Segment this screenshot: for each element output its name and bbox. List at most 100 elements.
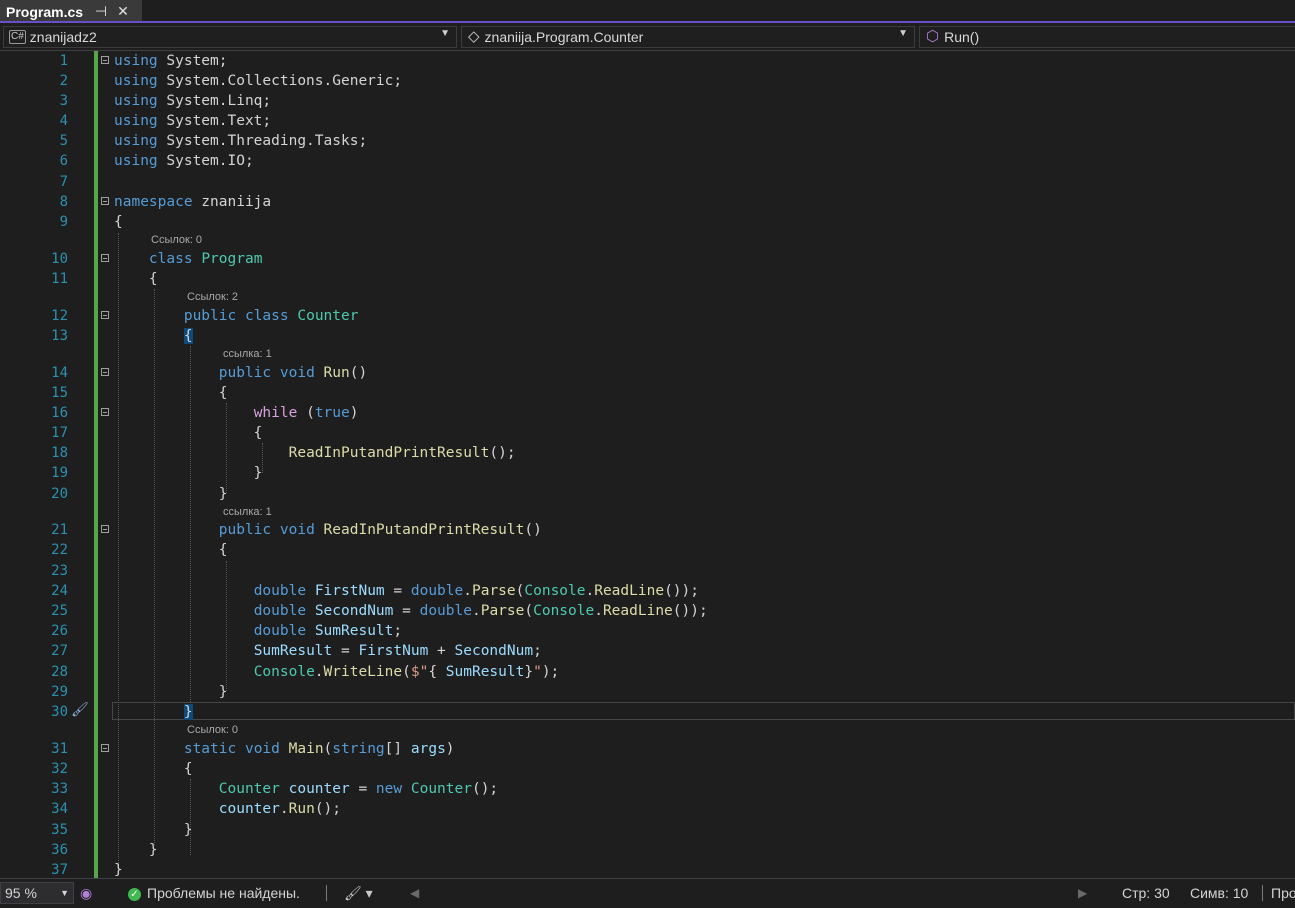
line-number: 11 <box>51 271 68 287</box>
line-number: 8 <box>59 194 68 210</box>
divider <box>1262 885 1263 901</box>
line-number: 37 <box>51 862 68 878</box>
line-number: 15 <box>51 385 68 401</box>
code-line: 4 using System.Text; <box>0 111 1295 131</box>
codelens-references[interactable]: Ссылок: 2 <box>187 291 238 303</box>
copilot-icon[interactable]: ◉ <box>80 883 92 903</box>
line-number: 21 <box>51 522 68 538</box>
column-indicator[interactable]: Симв: 10 <box>1190 883 1248 903</box>
codelens-references[interactable]: ссылка: 1 <box>223 348 272 360</box>
code-line: 2 using System.Collections.Generic; <box>0 71 1295 91</box>
chevron-down-icon: ▼ <box>440 28 450 39</box>
code-cleanup-icon[interactable]: 🖌 ▾ <box>344 883 373 903</box>
line-number: 32 <box>51 761 68 777</box>
problems-text: Проблемы не найдены. <box>147 885 300 901</box>
class-dropdown[interactable]: ◇ znaniija.Program.Counter ▼ <box>461 26 915 48</box>
code-line: 17 { <box>0 423 1295 443</box>
line-number: 7 <box>59 174 68 190</box>
collapse-icon[interactable] <box>101 408 109 416</box>
zoom-level: 95 % <box>5 885 37 901</box>
pin-icon[interactable]: ⊣ <box>90 3 112 20</box>
line-number: 4 <box>59 113 68 129</box>
line-number: 19 <box>51 465 68 481</box>
member-dropdown[interactable]: ⬡ Run() <box>919 26 1295 48</box>
code-line: 35 } <box>0 820 1295 840</box>
code-editor[interactable]: Ссылок: 0 Ссылок: 2 ссылка: 1 ссылка: 1 … <box>0 51 1295 878</box>
class-icon: ◇ <box>468 28 480 45</box>
scroll-right-icon[interactable]: ▶ <box>1078 883 1087 903</box>
code-line: 5 using System.Threading.Tasks; <box>0 131 1295 151</box>
collapse-icon[interactable] <box>101 254 109 262</box>
code-line: 16 while (true) <box>0 403 1295 423</box>
collapse-icon[interactable] <box>101 311 109 319</box>
code-line: 6 using System.IO; <box>0 151 1295 171</box>
code-line: 12 public class Counter <box>0 306 1295 326</box>
line-number: 25 <box>51 603 68 619</box>
line-number: 10 <box>51 251 68 267</box>
csharp-project-icon: C# <box>9 30 26 44</box>
collapse-icon[interactable] <box>101 56 109 64</box>
member-name: Run() <box>944 29 980 45</box>
code-line: 19 } <box>0 463 1295 483</box>
close-icon[interactable]: ✕ <box>112 3 134 20</box>
collapse-icon[interactable] <box>101 368 109 376</box>
code-line: 34 counter.Run(); <box>0 799 1295 819</box>
zoom-dropdown[interactable]: 95 % ▼ <box>0 882 74 904</box>
tab-title: Program.cs <box>6 3 84 20</box>
line-number: 23 <box>51 563 68 579</box>
line-number: 2 <box>59 73 68 89</box>
method-icon: ⬡ <box>926 28 940 45</box>
code-line: 7 <box>0 172 1295 192</box>
line-number: 5 <box>59 133 68 149</box>
line-number: 22 <box>51 542 68 558</box>
editor-status-bar: 95 % ▼ ◉ ✓ Проблемы не найдены. 🖌 ▾ ◀ ▶ С… <box>0 878 1295 908</box>
line-number: 12 <box>51 308 68 324</box>
line-number: 3 <box>59 93 68 109</box>
line-number: 27 <box>51 643 68 659</box>
code-line: 28 Console.WriteLine($"{ SumResult}"); <box>0 662 1295 682</box>
code-line: 9{ <box>0 212 1295 232</box>
collapse-icon[interactable] <box>101 197 109 205</box>
code-line: 31 static void Main(string[] args) <box>0 739 1295 759</box>
line-number: 16 <box>51 405 68 421</box>
line-number: 30 <box>51 704 68 720</box>
tab-strip: Program.cs ⊣ ✕ <box>0 0 1295 23</box>
code-line: 3 using System.Linq; <box>0 91 1295 111</box>
collapse-icon[interactable] <box>101 744 109 752</box>
code-line: 27 SumResult = FirstNum + SecondNum; <box>0 641 1295 661</box>
codelens-references[interactable]: ссылка: 1 <box>223 506 272 518</box>
code-line: 22 { <box>0 540 1295 560</box>
line-indicator[interactable]: Стр: 30 <box>1122 883 1170 903</box>
line-number: 1 <box>59 53 68 69</box>
line-number: 34 <box>51 801 68 817</box>
codelens-references[interactable]: Ссылок: 0 <box>187 724 238 736</box>
code-line: 23 <box>0 561 1295 581</box>
code-line: 24 double FirstNum = double.Parse(Consol… <box>0 581 1295 601</box>
code-line: 10 class Program <box>0 249 1295 269</box>
codelens-references[interactable]: Ссылок: 0 <box>151 234 202 246</box>
line-number: 13 <box>51 328 68 344</box>
class-path: znaniija.Program.Counter <box>484 29 644 45</box>
code-line: 8 namespace znaniija <box>0 192 1295 212</box>
chevron-down-icon: ▼ <box>60 888 69 898</box>
problems-indicator[interactable]: ✓ Проблемы не найдены. <box>128 883 300 903</box>
chevron-down-icon: ▼ <box>898 28 908 39</box>
tab-program-cs[interactable]: Program.cs ⊣ ✕ <box>0 0 142 23</box>
divider <box>326 885 327 901</box>
line-number: 6 <box>59 153 68 169</box>
project-dropdown[interactable]: C# znanijadz2 ▼ <box>3 26 457 48</box>
line-number: 20 <box>51 486 68 502</box>
line-number: 17 <box>51 425 68 441</box>
code-line: 36 } <box>0 840 1295 860</box>
line-number: 9 <box>59 214 68 230</box>
code-line: 29 } <box>0 682 1295 702</box>
code-line: 32 { <box>0 759 1295 779</box>
collapse-icon[interactable] <box>101 525 109 533</box>
scroll-left-icon[interactable]: ◀ <box>410 883 419 903</box>
whitespace-indicator[interactable]: Про <box>1271 883 1295 903</box>
line-number: 31 <box>51 741 68 757</box>
line-number: 14 <box>51 365 68 381</box>
line-number: 36 <box>51 842 68 858</box>
line-number: 29 <box>51 684 68 700</box>
code-line: 33 Counter counter = new Counter(); <box>0 779 1295 799</box>
